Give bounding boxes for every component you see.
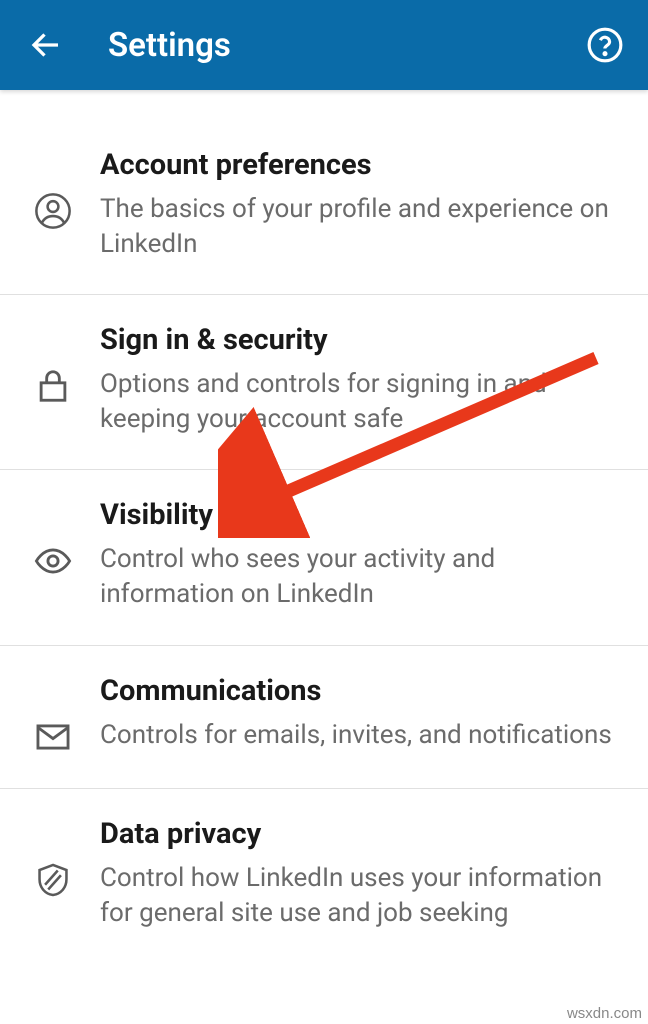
section-title: Data privacy [100,817,618,851]
section-communications[interactable]: Communications Controls for emails, invi… [0,646,648,789]
section-data-privacy[interactable]: Data privacy Control how LinkedIn uses y… [0,789,648,963]
help-circle-icon [586,26,624,64]
arrow-left-icon [28,27,64,63]
section-title: Sign in & security [100,323,618,357]
section-desc: Control who sees your activity and infor… [100,542,618,612]
section-title: Account preferences [100,148,618,182]
watermark: wsxdn.com [567,1005,642,1022]
eye-icon [18,498,88,580]
shield-icon [18,817,88,899]
section-desc: Control how LinkedIn uses your informati… [100,861,618,931]
page-title: Settings [108,26,584,65]
section-account-preferences[interactable]: Account preferences The basics of your p… [0,112,648,295]
help-button[interactable] [584,24,626,66]
app-header: Settings [0,0,648,90]
section-text: Communications Controls for emails, invi… [88,674,618,753]
mail-icon [18,674,88,756]
back-button[interactable] [22,27,70,63]
section-visibility[interactable]: Visibility Control who sees your activit… [0,470,648,645]
section-text: Sign in & security Options and controls … [88,323,618,437]
section-text: Account preferences The basics of your p… [88,148,618,262]
section-text: Data privacy Control how LinkedIn uses y… [88,817,618,931]
person-circle-icon [18,148,88,230]
section-desc: Options and controls for signing in and … [100,367,618,437]
section-desc: The basics of your profile and experienc… [100,192,618,262]
lock-icon [18,323,88,405]
section-title: Visibility [100,498,618,532]
section-desc: Controls for emails, invites, and notifi… [100,718,618,753]
section-title: Communications [100,674,618,708]
section-text: Visibility Control who sees your activit… [88,498,618,612]
section-sign-in-security[interactable]: Sign in & security Options and controls … [0,295,648,470]
settings-list: Account preferences The basics of your p… [0,112,648,963]
